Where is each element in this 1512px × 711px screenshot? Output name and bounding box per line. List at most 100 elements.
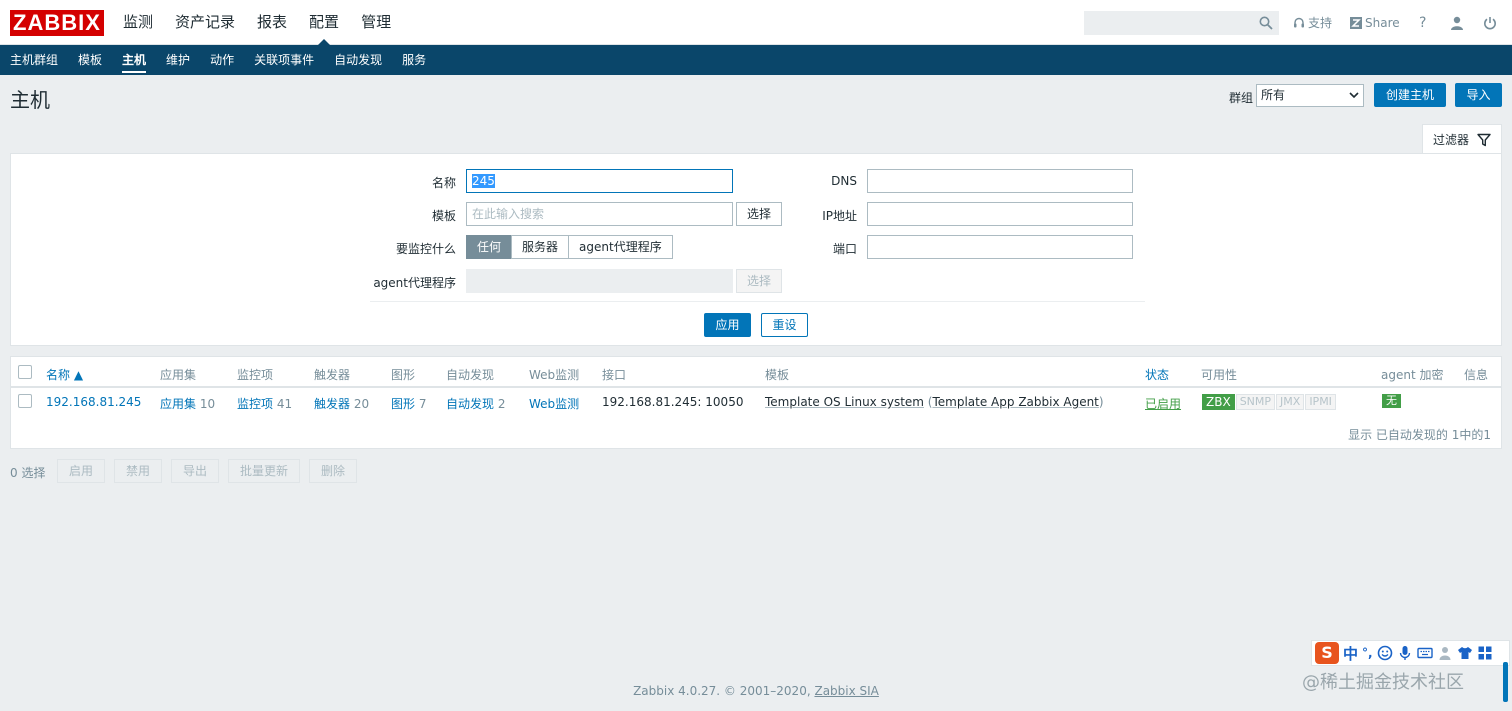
filter-dns-input[interactable]	[867, 169, 1133, 193]
items-link[interactable]: 监控项	[237, 397, 273, 411]
col-discovery-header: 自动发现	[446, 368, 495, 382]
sogou-logo-icon[interactable]: S	[1315, 642, 1339, 664]
filter-ip-label: IP地址	[822, 209, 857, 223]
col-status-header[interactable]: 状态	[1145, 366, 1169, 383]
nav-inventory[interactable]: 资产记录	[164, 0, 246, 45]
nav-configuration[interactable]: 配置	[298, 0, 350, 45]
subnav-maintenance[interactable]: 维护	[156, 45, 200, 75]
filter-monitored-by-label: 要监控什么	[395, 242, 456, 256]
graphs-count: 7	[418, 397, 427, 411]
logout-power-icon[interactable]	[1483, 16, 1497, 30]
col-web-header: Web监测	[529, 368, 580, 382]
import-button[interactable]: 导入	[1455, 83, 1502, 107]
select-all-checkbox[interactable]	[18, 365, 32, 379]
create-host-button[interactable]: 创建主机	[1374, 83, 1446, 107]
row-checkbox[interactable]	[18, 394, 32, 408]
user-profile-icon[interactable]	[1450, 16, 1464, 30]
top-header: ZABBIX 监测 资产记录 报表 配置 管理 支持 Share ?	[0, 0, 1512, 45]
mass-update-button[interactable]: 批量更新	[228, 459, 300, 483]
availability-zbx: ZBX	[1202, 394, 1235, 410]
subnav-services[interactable]: 服务	[392, 45, 436, 75]
availability-badges: ZBX SNMP JMX IPMI	[1202, 394, 1336, 410]
col-encryption-header: agent 加密	[1381, 368, 1444, 382]
microphone-icon[interactable]	[1397, 645, 1413, 661]
global-search	[1084, 11, 1279, 35]
col-templates-header: 模板	[765, 368, 790, 382]
share-z-icon	[1350, 16, 1362, 29]
share-link[interactable]: Share	[1350, 16, 1400, 30]
footer-copyright: Zabbix 4.0.27. © 2001–2020,	[633, 684, 815, 698]
filter-funnel-icon	[1477, 133, 1491, 146]
host-status-toggle[interactable]: 已启用	[1145, 395, 1181, 412]
subnav-actions[interactable]: 动作	[200, 45, 244, 75]
filter-name-input[interactable]: 245	[466, 169, 733, 193]
watermark-text: @稀土掘金技术社区	[1302, 672, 1464, 693]
subnav-host-groups[interactable]: 主机群组	[0, 45, 68, 75]
keyboard-icon[interactable]	[1416, 645, 1433, 661]
host-name-link[interactable]: 192.168.81.245	[46, 395, 141, 409]
subnav-templates[interactable]: 模板	[68, 45, 112, 75]
col-name-header[interactable]: 名称 ▲	[46, 366, 83, 383]
monitored-by-any[interactable]: 任何	[466, 235, 513, 259]
col-triggers-header: 触发器	[314, 368, 351, 382]
filter-reset-button[interactable]: 重设	[761, 313, 808, 337]
host-graphs: 图形 7	[391, 395, 426, 412]
graphs-link[interactable]: 图形	[391, 397, 415, 411]
template-select-button[interactable]: 选择	[736, 202, 782, 226]
user-group-icon[interactable]	[1437, 645, 1453, 661]
items-count: 41	[276, 397, 293, 411]
skin-shirt-icon[interactable]	[1457, 645, 1473, 661]
mass-export-button[interactable]: 导出	[171, 459, 219, 483]
triggers-link[interactable]: 触发器	[314, 397, 350, 411]
filter-template-input[interactable]: 在此输入搜索	[466, 202, 733, 226]
filter-apply-button[interactable]: 应用	[704, 313, 751, 337]
search-icon[interactable]	[1259, 16, 1273, 30]
mass-disable-button[interactable]: 禁用	[114, 459, 162, 483]
ime-lang-toggle[interactable]: 中	[1343, 643, 1358, 664]
filter-dns-label: DNS	[831, 174, 857, 188]
emoji-icon[interactable]	[1377, 645, 1393, 661]
support-link[interactable]: 支持	[1293, 14, 1332, 31]
nav-administration[interactable]: 管理	[350, 0, 402, 45]
table-pager-info: 显示 已自动发现的 1中的1	[1348, 428, 1491, 442]
subnav-event-correlation[interactable]: 关联项事件	[244, 45, 324, 75]
filter-port-label: 端口	[832, 242, 857, 256]
col-info-header: 信息	[1464, 368, 1489, 382]
filter-tab-label: 过滤器	[1432, 133, 1469, 147]
host-triggers: 触发器 20	[314, 395, 369, 412]
help-icon[interactable]: ?	[1419, 15, 1426, 31]
filter-template-label: 模板	[431, 209, 456, 223]
filter-ip-input[interactable]	[867, 202, 1133, 226]
selected-count: 0 选择	[10, 466, 46, 480]
filter-panel	[10, 153, 1502, 346]
mass-delete-button[interactable]: 删除	[309, 459, 357, 483]
ime-punct-toggle[interactable]: °,	[1362, 646, 1373, 660]
template-zabbix-agent-link[interactable]: Template App Zabbix Agent	[932, 395, 1098, 409]
monitored-by-server[interactable]: 服务器	[511, 235, 570, 259]
table-header-divider	[11, 386, 1501, 388]
availability-snmp: SNMP	[1235, 394, 1276, 410]
subnav-discovery[interactable]: 自动发现	[324, 45, 392, 75]
proxy-select-button: 选择	[736, 269, 782, 293]
col-applications-header: 应用集	[160, 368, 197, 382]
edge-scroll-indicator	[1503, 662, 1508, 702]
web-monitoring-link[interactable]: Web监测	[529, 395, 579, 412]
footer-company-link[interactable]: Zabbix SIA	[814, 684, 878, 698]
global-search-input[interactable]	[1085, 12, 1255, 34]
monitored-by-proxy[interactable]: agent代理程序	[568, 235, 673, 259]
page-footer: Zabbix 4.0.27. © 2001–2020, Zabbix SIA	[0, 684, 1512, 698]
mass-enable-button[interactable]: 启用	[57, 459, 105, 483]
zabbix-logo[interactable]: ZABBIX	[10, 10, 104, 36]
col-items-header: 监控项	[237, 368, 274, 382]
filter-port-input[interactable]	[867, 235, 1133, 259]
applications-link[interactable]: 应用集	[160, 397, 196, 411]
discovery-link[interactable]: 自动发现	[446, 397, 494, 411]
toolbox-grid-icon[interactable]	[1477, 645, 1493, 661]
filter-tab[interactable]: 过滤器	[1422, 124, 1502, 154]
subnav-hosts[interactable]: 主机	[112, 45, 156, 75]
nav-monitoring[interactable]: 监测	[112, 0, 164, 45]
group-select[interactable]: 所有	[1256, 84, 1364, 107]
filter-name-value: 245	[472, 174, 495, 188]
nav-reports[interactable]: 报表	[246, 0, 298, 45]
template-os-linux-link[interactable]: Template OS Linux system	[765, 395, 924, 409]
